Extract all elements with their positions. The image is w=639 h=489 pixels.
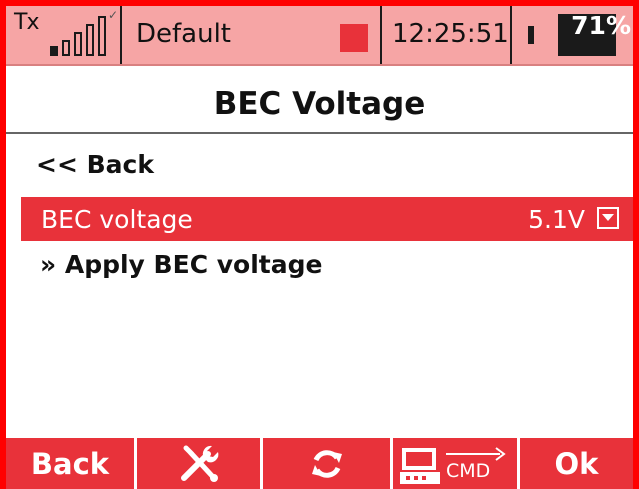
bec-voltage-label: BEC voltage	[41, 205, 193, 234]
status-bar: Tx ✓ Default 12:25:51 71%	[6, 6, 633, 66]
refresh-icon	[311, 449, 342, 478]
bec-voltage-value[interactable]: 5.1V	[528, 205, 585, 234]
clock-cell: 12:25:51	[382, 6, 512, 64]
battery-indicator: 71%	[512, 6, 633, 64]
ok-softkey-label: Ok	[554, 446, 599, 481]
cmd-label: CMD	[446, 459, 491, 482]
bec-voltage-row[interactable]: BEC voltage 5.1V	[21, 197, 633, 241]
cmd-softkey[interactable]: CMD	[393, 438, 520, 489]
back-menu-item[interactable]: << Back	[36, 150, 154, 179]
cmd-terminal-icon: CMD	[400, 442, 510, 486]
wrench-screwdriver-icon	[180, 445, 218, 482]
apply-bec-voltage-item[interactable]: » Apply BEC voltage	[40, 250, 322, 279]
back-softkey-label: Back	[30, 446, 110, 481]
title-divider	[6, 132, 633, 134]
chevron-down-icon[interactable]	[597, 207, 619, 229]
battery-fill	[534, 14, 558, 56]
check-icon: ✓	[108, 8, 119, 22]
clock-time: 12:25:51	[392, 19, 509, 49]
page-title: BEC Voltage	[213, 86, 426, 122]
tx-signal-indicator: Tx ✓	[6, 6, 122, 64]
device-screen: Tx ✓ Default 12:25:51 71% BEC Voltage <<…	[0, 0, 639, 489]
ok-softkey[interactable]: Ok	[520, 438, 633, 489]
model-name-cell[interactable]: Default	[122, 6, 382, 64]
refresh-softkey[interactable]	[263, 438, 393, 489]
tools-softkey[interactable]	[137, 438, 263, 489]
back-softkey[interactable]: Back	[6, 438, 137, 489]
status-square-icon	[340, 24, 368, 52]
model-name: Default	[136, 19, 231, 49]
tx-label: Tx	[14, 10, 39, 35]
signal-bars-icon	[50, 16, 116, 56]
softkey-bar: Back CMD Ok	[6, 438, 633, 489]
battery-percent: 71%	[571, 11, 631, 40]
